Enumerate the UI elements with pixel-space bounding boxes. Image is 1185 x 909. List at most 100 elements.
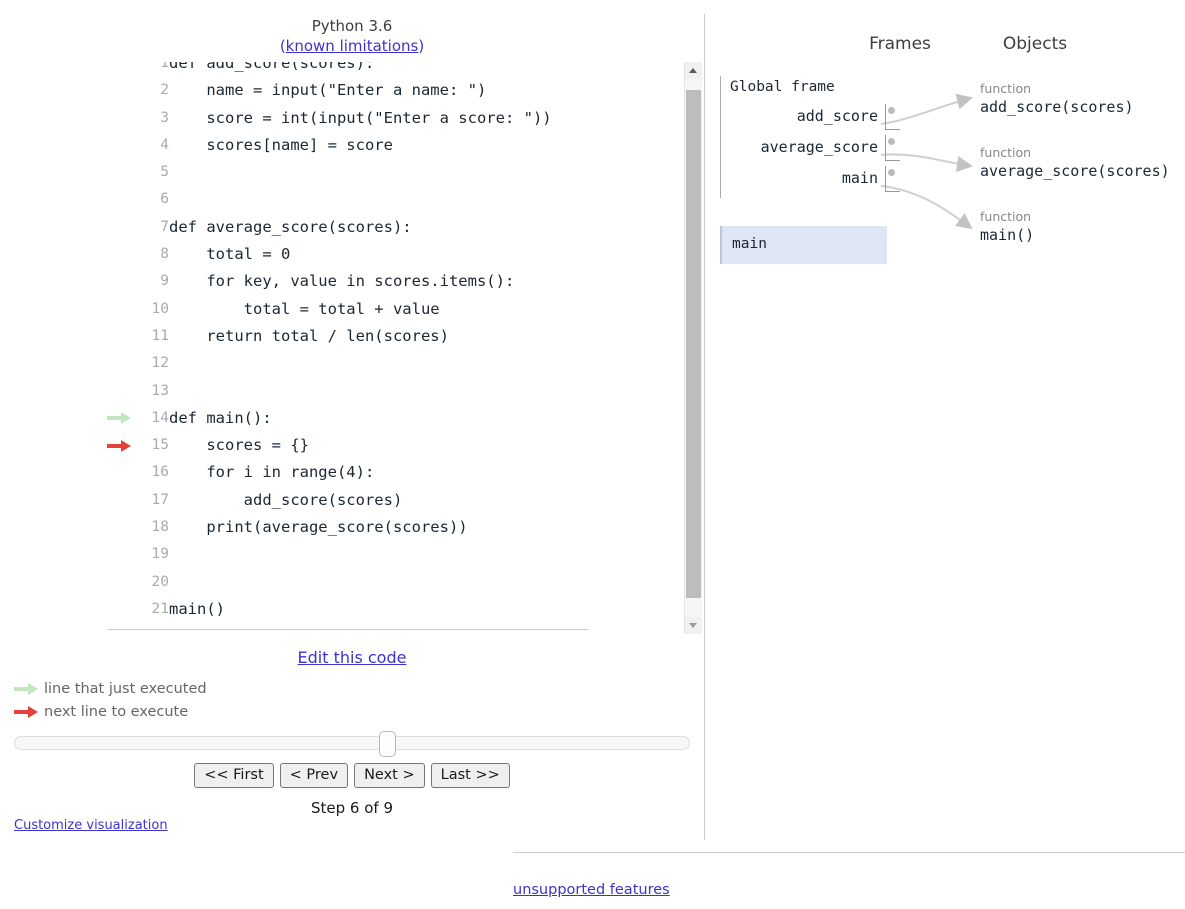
legend-label-next-to-execute: next line to execute — [44, 704, 189, 720]
code-line-arrow-cell — [107, 405, 137, 432]
objects-heading: Objects — [1002, 34, 1068, 54]
object-signature-label: average_score(scores) — [980, 162, 1170, 180]
code-line-arrow-cell-empty — [107, 159, 137, 186]
legend-label-just-executed: line that just executed — [44, 681, 207, 697]
global-variable-row: add_score — [730, 101, 900, 132]
code-line-text: total = 0 — [169, 245, 291, 264]
code-line-arrow-cell-empty — [107, 268, 137, 295]
code-line-arrow-cell-empty — [107, 323, 137, 350]
code-line-arrow-cell — [107, 432, 137, 459]
code-line-row: 15 scores = {} — [107, 432, 552, 459]
code-line-text — [169, 186, 552, 213]
code-header: Python 3.6 (known limitations) — [0, 16, 704, 56]
code-line-arrow-cell-empty — [107, 214, 137, 241]
code-line-number: 3 — [160, 109, 169, 126]
code-line-row: 13 — [107, 378, 552, 405]
code-line-number: 21 — [151, 600, 169, 617]
code-line-text — [169, 350, 552, 377]
code-line-row: 12 — [107, 350, 552, 377]
code-line-arrow-cell-empty — [107, 514, 137, 541]
customize-visualization-link[interactable]: Customize visualization — [14, 818, 168, 833]
legend-row-next-to-execute: next line to execute — [14, 701, 207, 724]
code-line-text: for i in range(4): — [169, 463, 375, 482]
code-line-text: print(average_score(scores)) — [169, 518, 468, 537]
code-line-arrow-cell-empty — [107, 378, 137, 405]
global-variable-name: add_score — [796, 107, 878, 125]
code-line-number: 17 — [151, 491, 169, 508]
code-line-arrow-cell-empty — [107, 186, 137, 213]
code-line-number: 13 — [151, 382, 169, 399]
code-line-text — [169, 569, 552, 596]
code-line-number: 19 — [151, 546, 169, 563]
code-line-text: for key, value in scores.items(): — [169, 272, 515, 291]
code-line-text: total = total + value — [169, 299, 440, 318]
visualization-panel: Frames Objects Global frame add_score ave… — [705, 0, 1185, 840]
step-slider[interactable] — [14, 731, 690, 757]
prev-step-button[interactable]: < Prev — [279, 763, 349, 788]
code-line-number: 15 — [151, 437, 169, 454]
code-line-arrow-cell-empty — [107, 487, 137, 514]
code-line-row: 1 def add_score(scores): — [107, 62, 552, 77]
scrollbar-thumb[interactable] — [686, 90, 701, 598]
pointer-dot-icon — [888, 107, 895, 114]
code-line-number: 16 — [151, 464, 169, 481]
code-line-text: def main(): — [169, 408, 272, 427]
edit-this-code-link[interactable]: Edit this code — [0, 648, 704, 667]
code-line-number: 2 — [160, 82, 169, 99]
global-frame: Global frame add_score average_score main — [720, 76, 900, 198]
object-function-add-score: function add_score(scores) — [980, 81, 1134, 118]
global-variable-value-box — [885, 135, 900, 161]
code-line-number: 1 — [160, 62, 169, 71]
code-line-arrow-cell-empty — [107, 77, 137, 104]
code-line-number: 4 — [160, 136, 169, 153]
object-signature-label: add_score(scores) — [980, 98, 1134, 116]
global-variable-value-box — [885, 166, 900, 192]
code-line-number: 12 — [151, 355, 169, 372]
code-line-number: 5 — [160, 164, 169, 181]
code-line-row: 7 def average_score(scores): — [107, 214, 552, 241]
code-line-arrow-cell-empty — [107, 105, 137, 132]
global-variable-value-box — [885, 104, 900, 130]
frames-heading: Frames — [869, 34, 931, 54]
code-line-text: score = int(input("Enter a score: ")) — [169, 108, 552, 127]
code-line-row: 4 scores[name] = score — [107, 132, 552, 159]
code-line-number: 7 — [160, 218, 169, 235]
code-line-row: 6 — [107, 186, 552, 213]
green-arrow-icon — [107, 412, 131, 425]
object-type-label: function — [980, 209, 1032, 224]
scroll-up-arrow-icon[interactable] — [685, 62, 702, 79]
code-scrollbar[interactable] — [684, 62, 702, 634]
code-line-number: 6 — [160, 191, 169, 208]
first-step-button[interactable]: << First — [194, 763, 274, 788]
object-function-main: function main() — [980, 209, 1034, 246]
step-slider-thumb[interactable] — [379, 731, 396, 757]
code-line-arrow-cell-empty — [107, 350, 137, 377]
next-step-button[interactable]: Next > — [354, 763, 425, 788]
known-limitations-link[interactable]: known limitations — [286, 37, 419, 55]
code-line-row: 5 — [107, 159, 552, 186]
scroll-down-arrow-icon[interactable] — [685, 617, 702, 634]
code-line-number: 10 — [151, 300, 169, 317]
step-counter-label: Step 6 of 9 — [310, 799, 393, 817]
code-panel: Python 3.6 (known limitations) 1 def add_… — [0, 0, 704, 840]
code-line-arrow-cell-empty — [107, 132, 137, 159]
code-line-text — [169, 378, 552, 405]
code-line-arrow-cell-empty — [107, 62, 137, 77]
code-viewport: 1 def add_score(scores): 2 name = input("E… — [107, 62, 705, 628]
code-listing: 1 def add_score(scores): 2 name = input("E… — [107, 62, 552, 623]
legend-row-just-executed: line that just executed — [14, 678, 207, 701]
code-bottom-divider — [107, 629, 589, 630]
code-line-arrow-cell-empty — [107, 241, 137, 268]
code-line-row: 8 total = 0 — [107, 241, 552, 268]
step-navigation-buttons: << First < Prev Next > Last >> — [0, 763, 704, 788]
last-step-button[interactable]: Last >> — [430, 763, 510, 788]
code-line-row: 14 def main(): — [107, 405, 552, 432]
global-variable-row: main — [730, 163, 900, 194]
code-line-text: scores[name] = score — [169, 135, 393, 154]
unsupported-features-link[interactable]: unsupported features — [513, 882, 670, 898]
footer-divider — [513, 852, 1185, 853]
known-limitations-line: (known limitations) — [0, 36, 704, 56]
code-line-number: 8 — [160, 246, 169, 263]
active-frame-label: main — [732, 236, 767, 252]
code-line-arrow-cell-empty — [107, 596, 137, 623]
